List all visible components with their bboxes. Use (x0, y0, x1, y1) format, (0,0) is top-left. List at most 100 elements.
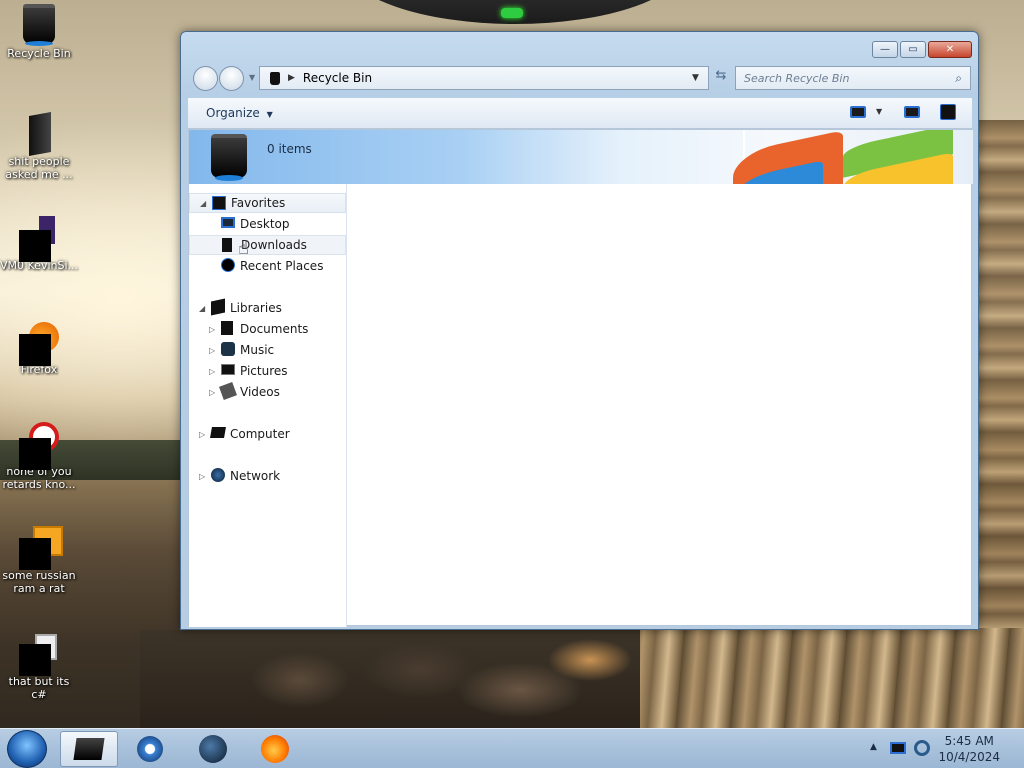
tree-label: Desktop (240, 217, 290, 231)
tree-label: Music (240, 343, 275, 357)
desktop-icon-shortcut-4[interactable]: that but its c# (0, 632, 78, 701)
desktop-icon-label: some russian ram a rat (2, 569, 76, 595)
breadcrumb-chevron-icon[interactable]: ▶ (288, 73, 295, 83)
address-dropdown-button[interactable]: ▼ (692, 73, 699, 83)
breadcrumb-location[interactable]: Recycle Bin (303, 71, 372, 85)
folder-icon (19, 112, 59, 156)
tree-item-desktop[interactable]: Desktop (189, 214, 346, 234)
gadget-led-icon (501, 8, 523, 18)
desktop-icon-folder-1[interactable]: shit people asked me ... (0, 112, 78, 181)
volume-icon[interactable] (914, 740, 930, 756)
taskbar: ▲ 5:45 AM 10/4/2024 (0, 728, 1024, 768)
preview-pane-icon[interactable] (904, 106, 920, 118)
back-button[interactable] (193, 66, 218, 91)
recycle-bin-icon (19, 4, 59, 46)
recycle-bin-large-icon (211, 134, 247, 181)
action-center-icon[interactable] (890, 742, 906, 754)
desktop-wallpaper-rocks (140, 630, 640, 728)
address-bar[interactable]: ▶ Recycle Bin (259, 66, 709, 90)
firefox-icon (19, 320, 59, 366)
expand-arrow-icon[interactable]: ▷ (209, 388, 215, 397)
taskbar-explorer-button[interactable] (60, 731, 118, 767)
help-icon[interactable] (940, 104, 956, 120)
clock-time: 5:45 AM (944, 734, 994, 748)
tree-item-downloads[interactable]: Downloads (189, 235, 346, 255)
tree-label: Documents (240, 322, 309, 336)
tree-network[interactable]: ▷ Network (189, 466, 346, 486)
desktop-icon-vm0[interactable]: VM0 KevinSi... (0, 216, 78, 272)
tree-item-pictures[interactable]: ▷ Pictures (189, 361, 346, 381)
minimize-button[interactable]: — (872, 41, 898, 58)
favorites-icon (212, 196, 226, 210)
organize-label: Organize (206, 106, 260, 120)
app-shortcut-icon (19, 422, 59, 470)
desktop-icon-label: Recycle Bin (7, 47, 71, 60)
search-icon[interactable]: ⌕ (955, 71, 962, 86)
desktop-icon-shortcut-2[interactable]: none of you retards kno... (0, 422, 78, 491)
tree-item-music[interactable]: ▷ Music (189, 340, 346, 360)
taskbar-firefox-button[interactable] (246, 731, 304, 767)
libraries-icon (211, 298, 225, 316)
desktop-icon-firefox[interactable]: Firefox (0, 320, 78, 376)
view-options-dropdown[interactable]: ▼ (876, 107, 882, 116)
close-button[interactable]: ✕ (928, 41, 972, 58)
explorer-icon (73, 738, 105, 760)
tree-label: Computer (230, 427, 290, 441)
expand-arrow-icon[interactable]: ◢ (200, 199, 206, 208)
vm-shortcut-icon (19, 216, 59, 262)
taskbar-network-button[interactable] (184, 731, 242, 767)
recent-places-icon (221, 258, 235, 272)
recycle-bin-small-icon (270, 71, 280, 85)
tree-computer[interactable]: ▷ Computer (189, 424, 346, 444)
details-banner: 0 items (189, 130, 973, 184)
windows-logo-banner (733, 130, 973, 184)
tree-label: Downloads (241, 238, 307, 252)
start-button[interactable] (7, 730, 47, 768)
videos-icon (219, 382, 237, 400)
change-view-icon[interactable] (850, 106, 866, 118)
tree-label: Recent Places (240, 259, 324, 273)
navigation-bar: ▼ ▶ Recycle Bin ▼ ⇆ Search Recycle Bin ⌕ (189, 65, 973, 91)
show-hidden-icons-icon[interactable]: ▲ (870, 742, 877, 752)
tree-label: Pictures (240, 364, 288, 378)
expand-arrow-icon[interactable]: ▷ (199, 430, 205, 439)
tree-item-documents[interactable]: ▷ Documents (189, 319, 346, 339)
pictures-icon (221, 364, 235, 375)
mouse-cursor-icon: ☝ (238, 238, 249, 259)
tree-item-videos[interactable]: ▷ Videos (189, 382, 346, 402)
documents-icon (221, 321, 233, 335)
desktop-icon-label: shit people asked me ... (5, 155, 73, 181)
media-player-icon (137, 736, 163, 762)
taskbar-media-player-button[interactable] (121, 731, 179, 767)
expand-arrow-icon[interactable]: ▷ (209, 346, 215, 355)
system-clock[interactable]: 5:45 AM 10/4/2024 (938, 733, 1000, 765)
expand-arrow-icon[interactable]: ▷ (199, 472, 205, 481)
desktop-icon-recycle-bin[interactable]: Recycle Bin (0, 4, 78, 60)
refresh-icon[interactable]: ⇆ (709, 68, 733, 86)
command-bar: Organize ▼ ▼ (188, 98, 972, 129)
search-input[interactable]: Search Recycle Bin ⌕ (735, 66, 971, 90)
tree-item-recent-places[interactable]: Recent Places (189, 256, 346, 276)
tree-libraries[interactable]: ◢ Libraries (189, 298, 346, 318)
tree-favorites[interactable]: ◢ Favorites (189, 193, 346, 213)
desktop-icon-shortcut-3[interactable]: some russian ram a rat (0, 526, 78, 595)
desktop-gadget (345, 0, 685, 24)
explorer-window[interactable]: — ▭ ✕ ▼ ▶ Recycle Bin ▼ ⇆ Search Recycle… (180, 31, 979, 630)
window-controls: — ▭ ✕ (872, 41, 972, 58)
expand-arrow-icon[interactable]: ▷ (209, 325, 215, 334)
tree-label: Network (230, 469, 281, 483)
navigation-pane: ◢ Favorites Desktop Downloads Recent Pla… (189, 184, 347, 627)
music-icon (221, 342, 235, 356)
organize-button[interactable]: Organize ▼ (206, 106, 273, 120)
recent-pages-dropdown[interactable]: ▼ (249, 73, 255, 82)
forward-button[interactable] (219, 66, 244, 91)
maximize-button[interactable]: ▭ (900, 41, 926, 58)
expand-arrow-icon[interactable]: ◢ (199, 304, 205, 313)
desktop-icon-label: that but its c# (8, 675, 70, 701)
expand-arrow-icon[interactable]: ▷ (209, 367, 215, 376)
downloads-icon (222, 238, 232, 252)
computer-icon (210, 427, 226, 438)
tree-label: Libraries (230, 301, 282, 315)
desktop-icon (221, 217, 235, 228)
desktop-wallpaper-dock (630, 628, 1024, 730)
